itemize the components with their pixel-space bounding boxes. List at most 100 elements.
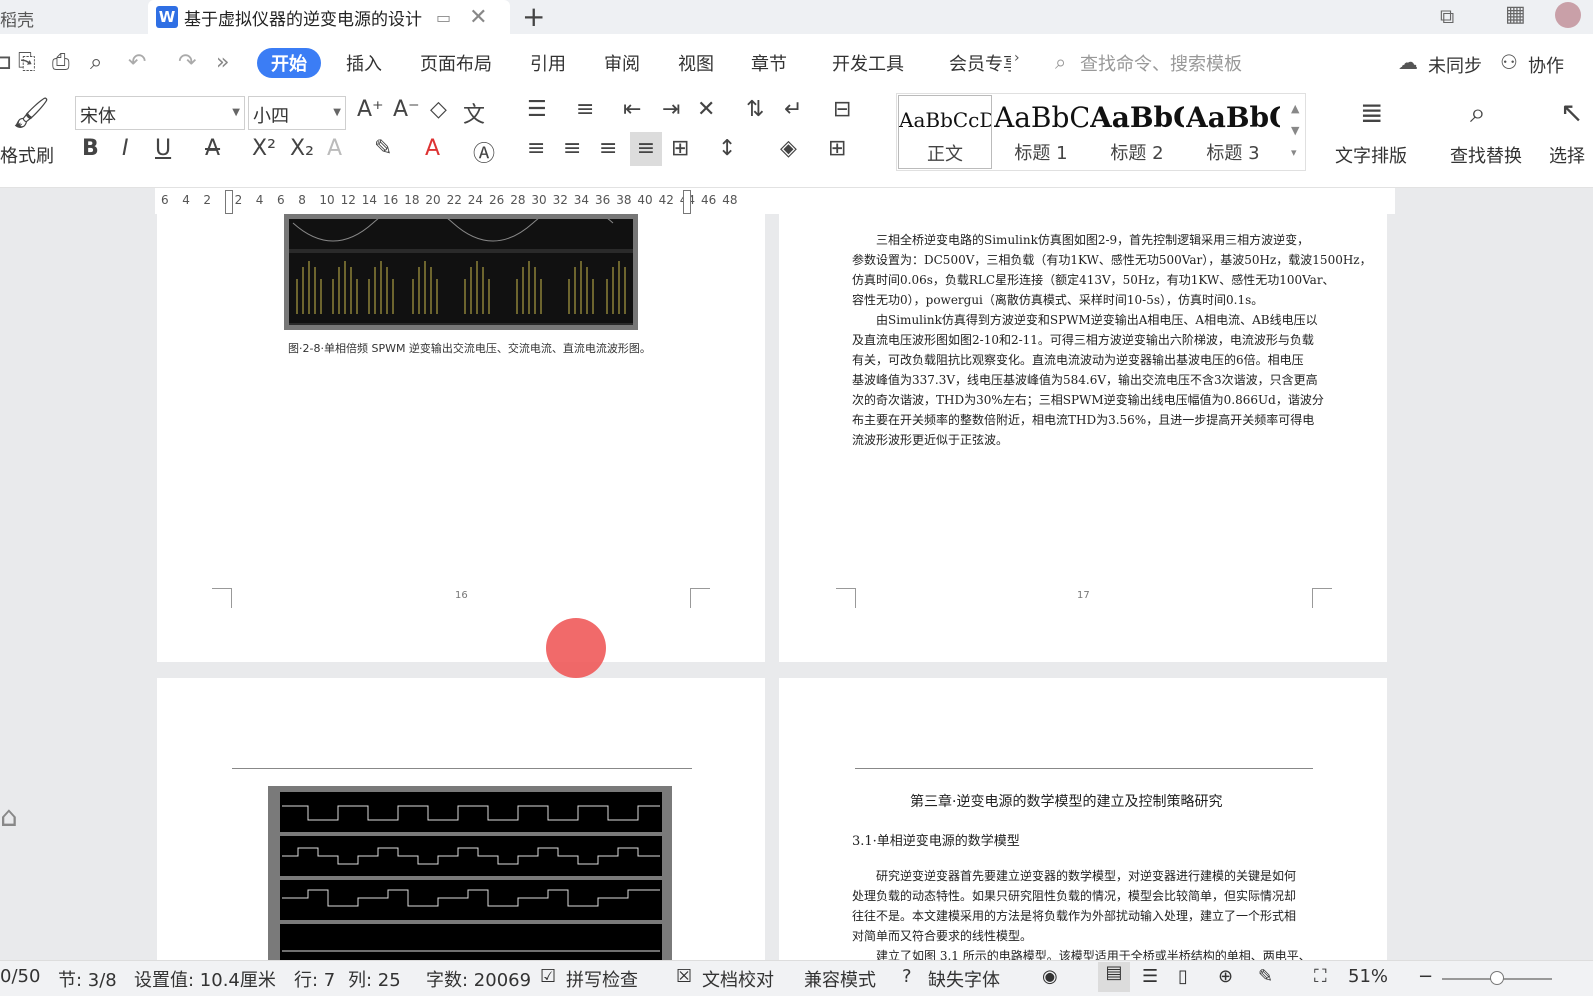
font-family-select[interactable]: 宋体 ▼ bbox=[75, 96, 245, 130]
format-painter-label[interactable]: 格式刷 bbox=[0, 142, 54, 168]
doc-check-button[interactable]: 文档校对 bbox=[702, 966, 774, 992]
menu-insert[interactable]: 插入 bbox=[346, 50, 382, 76]
monitor-icon[interactable]: ▭ bbox=[436, 8, 451, 27]
menu-chapter[interactable]: 章节 bbox=[751, 50, 787, 76]
print-icon[interactable]: ⎙ bbox=[52, 50, 70, 75]
phonetic-icon[interactable]: 文 bbox=[463, 97, 485, 129]
doc-check-icon[interactable]: ☒ bbox=[676, 966, 692, 987]
numbered-list-icon[interactable]: ≡ bbox=[576, 97, 594, 122]
page-17-body[interactable]: 三相全桥逆变电路的Simulink仿真图如图2-9，首先控制逻辑采用三相方波逆变… bbox=[852, 230, 1372, 450]
find-icon[interactable]: ⌕ bbox=[1470, 96, 1486, 130]
fit-page-icon[interactable]: ⛶ bbox=[1314, 966, 1327, 987]
menu-home[interactable]: 开始 bbox=[257, 48, 321, 78]
menu-review[interactable]: 审阅 bbox=[604, 50, 640, 76]
distributed-icon[interactable]: ⊞ bbox=[671, 136, 689, 161]
justify-icon[interactable]: ≡ bbox=[630, 132, 662, 166]
redo-icon[interactable]: ↷ bbox=[178, 50, 196, 75]
collab-button[interactable]: 协作 bbox=[1528, 52, 1564, 78]
borders-icon[interactable]: ⊞ bbox=[828, 136, 846, 161]
undo-icon[interactable]: ↶ bbox=[128, 50, 146, 75]
side-panel-icon[interactable]: ⌂ bbox=[0, 800, 18, 833]
more-chevron-icon[interactable]: » bbox=[216, 50, 229, 75]
chinese-layout-icon[interactable]: ✕ bbox=[697, 97, 715, 122]
style-normal[interactable]: AaBbCcDd 正文 bbox=[898, 95, 992, 169]
style-label: 标题 2 bbox=[1110, 143, 1164, 164]
page-19-body[interactable]: 研究逆变逆变器首先要建立逆变器的数学模型，对逆变器进行建模的关键是如何 处理负载的… bbox=[852, 866, 1311, 966]
web-view-icon[interactable]: ⊕ bbox=[1218, 966, 1233, 987]
text-layout-icon[interactable]: ≣ bbox=[1360, 96, 1383, 129]
style-heading-2[interactable]: AaBbC 标题 2 bbox=[1090, 95, 1184, 169]
cursor-icon[interactable]: ↖ bbox=[1560, 96, 1583, 129]
italic-icon[interactable]: I bbox=[122, 136, 129, 161]
shrink-font-icon[interactable]: A⁻ bbox=[393, 97, 420, 122]
print-preview-icon[interactable]: ⌕ bbox=[90, 50, 102, 75]
indent-marker[interactable] bbox=[225, 190, 233, 214]
chapter-heading[interactable]: 第三章·逆变电源的数学模型的建立及控制策略研究 bbox=[910, 792, 1222, 812]
pen-icon[interactable]: ✎ bbox=[1258, 966, 1273, 987]
find-replace-button[interactable]: 查找替换 bbox=[1450, 142, 1522, 168]
grow-font-icon[interactable]: A⁺ bbox=[357, 97, 384, 122]
open-icon[interactable]: ⊐ bbox=[0, 50, 12, 75]
menu-view[interactable]: 视图 bbox=[678, 50, 714, 76]
bold-icon[interactable]: B bbox=[82, 136, 99, 161]
tab-stops-icon[interactable]: ⊟ bbox=[833, 97, 851, 122]
avatar[interactable] bbox=[1555, 2, 1581, 28]
underline-icon[interactable]: U bbox=[155, 136, 171, 161]
text-effect-icon[interactable]: A bbox=[327, 136, 342, 161]
align-right-icon[interactable]: ≡ bbox=[599, 136, 617, 161]
line-spacing-icon[interactable]: ↕ bbox=[718, 136, 736, 161]
status-page[interactable]: 0/50 bbox=[0, 966, 40, 987]
align-center-icon[interactable]: ≡ bbox=[563, 136, 581, 161]
new-tab-icon[interactable]: + bbox=[522, 0, 545, 33]
font-size-select[interactable]: 小四 ▼ bbox=[248, 96, 346, 130]
superscript-icon[interactable]: X² bbox=[252, 136, 276, 161]
highlight-icon[interactable]: ✎ bbox=[374, 136, 392, 161]
strikethrough-icon[interactable]: A bbox=[205, 136, 220, 161]
missing-font-icon[interactable]: ? bbox=[902, 966, 912, 987]
command-search-input[interactable]: 查找命令、搜索模板 bbox=[1080, 50, 1242, 76]
reading-view-icon[interactable]: ▯ bbox=[1178, 966, 1188, 987]
window-layout-icon[interactable]: ⧉ bbox=[1440, 4, 1454, 28]
increase-indent-icon[interactable]: ⇥ bbox=[662, 97, 680, 122]
menu-more-icon[interactable]: › bbox=[1014, 50, 1020, 66]
align-left-icon[interactable]: ≡ bbox=[527, 136, 545, 161]
menu-page-layout[interactable]: 页面布局 bbox=[420, 50, 492, 76]
paragraph-mark-icon[interactable]: ↵ bbox=[784, 97, 802, 122]
tab-document[interactable]: W 基于虚拟仪器的逆变电源的设计 ▭ ✕ bbox=[148, 0, 510, 34]
format-painter-icon[interactable]: 🖌 bbox=[12, 96, 50, 131]
page-view-icon[interactable]: ▤ bbox=[1098, 962, 1130, 992]
section-heading[interactable]: 3.1·单相逆变电源的数学模型 bbox=[852, 832, 1020, 852]
decrease-indent-icon[interactable]: ⇤ bbox=[623, 97, 641, 122]
spell-check-button[interactable]: 拼写检查 bbox=[566, 966, 638, 992]
right-indent-marker[interactable] bbox=[683, 190, 691, 214]
menu-references[interactable]: 引用 bbox=[530, 50, 566, 76]
tab-docer[interactable]: 稻壳 bbox=[0, 0, 140, 34]
style-heading-3[interactable]: AaBbC 标题 3 bbox=[1186, 95, 1280, 169]
eye-protect-icon[interactable]: ◉ bbox=[1042, 966, 1058, 987]
apps-grid-icon[interactable]: ▦ bbox=[1505, 2, 1526, 27]
close-icon[interactable]: ✕ bbox=[469, 5, 487, 30]
status-word-count[interactable]: 字数: 20069 bbox=[426, 966, 531, 992]
zoom-out-icon[interactable]: − bbox=[1418, 966, 1433, 987]
ruler-number: 10 bbox=[319, 193, 335, 207]
style-heading-1[interactable]: AaBbC 标题 1 bbox=[994, 95, 1088, 169]
bullet-list-icon[interactable]: ☰ bbox=[527, 97, 547, 122]
sort-icon[interactable]: ⇅ bbox=[746, 97, 764, 122]
char-border-icon[interactable]: Ⓐ bbox=[473, 136, 495, 168]
subscript-icon[interactable]: X₂ bbox=[290, 136, 314, 161]
clear-format-icon[interactable]: ◇ bbox=[430, 97, 447, 122]
save-icon[interactable]: ⎘ bbox=[18, 50, 36, 75]
spell-check-icon[interactable]: ☑ bbox=[540, 966, 556, 987]
zoom-level[interactable]: 51% bbox=[1348, 966, 1388, 987]
font-color-icon[interactable]: A bbox=[425, 136, 440, 161]
sync-status[interactable]: 未同步 bbox=[1428, 52, 1482, 78]
missing-font-button[interactable]: 缺失字体 bbox=[928, 966, 1000, 992]
menu-developer[interactable]: 开发工具 bbox=[832, 50, 904, 76]
outline-view-icon[interactable]: ☰ bbox=[1142, 966, 1158, 987]
text-layout-button[interactable]: 文字排版 bbox=[1335, 142, 1407, 168]
menu-member[interactable]: 会员专享 bbox=[949, 50, 1011, 76]
shading-icon[interactable]: ◈ bbox=[780, 136, 797, 161]
zoom-slider-handle[interactable] bbox=[1490, 971, 1504, 985]
select-button[interactable]: 选择 bbox=[1549, 142, 1585, 168]
styles-scroll-icon[interactable]: ▲ ▼ ▾ bbox=[1291, 98, 1299, 164]
